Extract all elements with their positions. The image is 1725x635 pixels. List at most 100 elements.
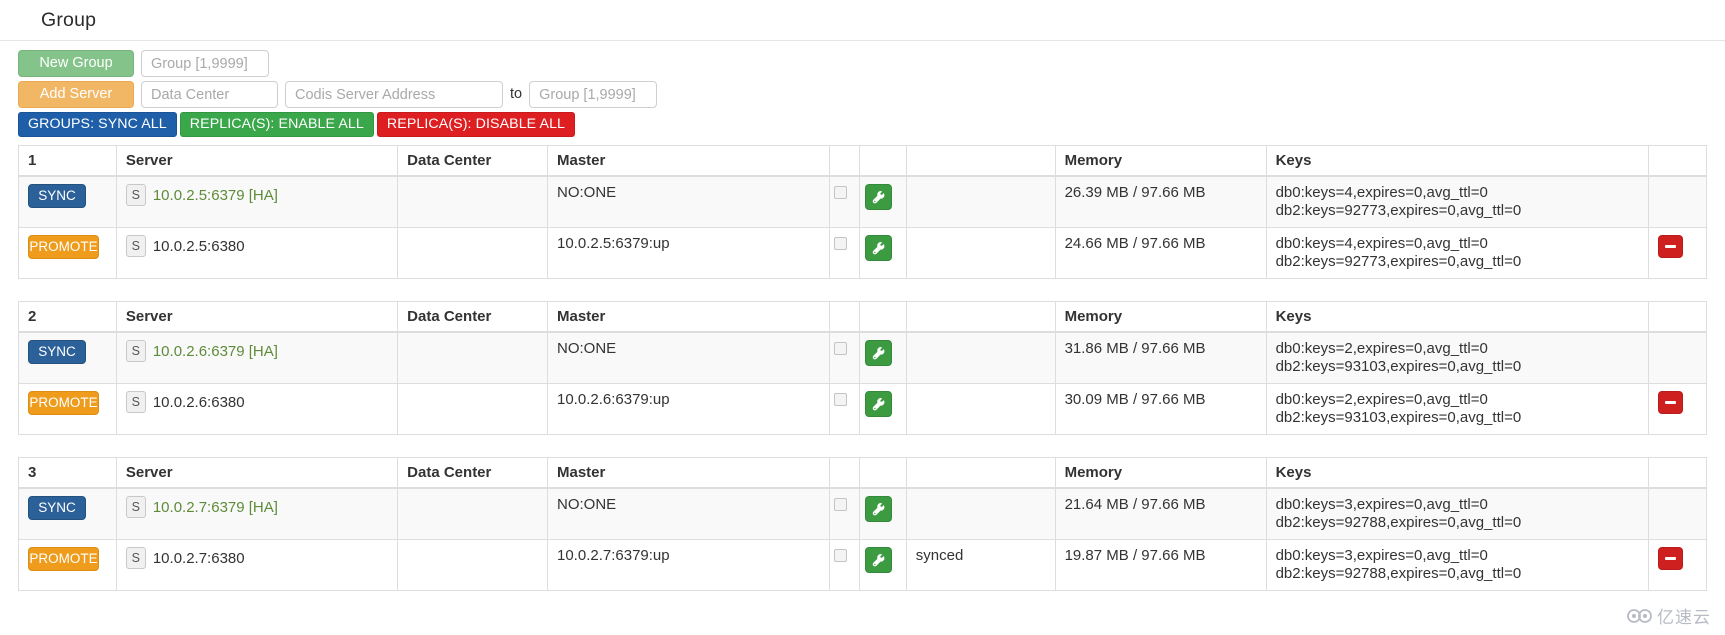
- remove-server-button[interactable]: [1657, 391, 1683, 414]
- keys-line: db0:keys=4,expires=0,avg_ttl=0: [1275, 235, 1488, 252]
- data-center-cell: [397, 227, 548, 279]
- slave-tag-icon[interactable]: S: [125, 496, 146, 518]
- bulk-actions-row: GROUPS: SYNC ALL REPLICA(S): ENABLE ALL …: [18, 112, 1725, 137]
- server-link[interactable]: 10.0.2.7:6379 [HA]: [153, 499, 278, 516]
- keys-line: db2:keys=92788,expires=0,avg_ttl=0: [1275, 514, 1522, 531]
- group-table: 1 Server Data Center Master Memory Keys SYNC S 1…: [18, 145, 1708, 279]
- row-checkbox[interactable]: [834, 342, 848, 355]
- select-cell: [829, 487, 860, 540]
- server-cell-inner: S 10.0.2.5:6379 [HA]: [125, 184, 389, 206]
- memory-cell: 21.64 MB / 97.66 MB: [1054, 487, 1267, 540]
- keys-cell: db0:keys=3,expires=0,avg_ttl=0 db2:keys=9…: [1265, 539, 1649, 591]
- promote-button[interactable]: PROMOTE: [28, 391, 99, 415]
- wrench-icon[interactable]: [864, 235, 892, 261]
- column-header-data-center: Data Center: [397, 457, 548, 489]
- group-index-header: 2: [18, 301, 117, 333]
- slave-tag-icon[interactable]: S: [125, 391, 146, 413]
- keys-cell: db0:keys=3,expires=0,avg_ttl=0 db2:keys=9…: [1265, 487, 1649, 540]
- keys-line: db2:keys=93103,expires=0,avg_ttl=0: [1275, 409, 1522, 426]
- group-tables: 1 Server Data Center Master Memory Keys SYNC S 1…: [0, 137, 1725, 591]
- slave-tag-icon[interactable]: S: [125, 184, 146, 206]
- column-header-select: [829, 457, 860, 489]
- wrench-icon[interactable]: [864, 496, 892, 522]
- group-index-header: 3: [18, 457, 117, 489]
- row-checkbox[interactable]: [834, 549, 848, 562]
- memory-cell: 24.66 MB / 97.66 MB: [1054, 227, 1267, 279]
- server-cell-inner: S 10.0.2.6:6379 [HA]: [125, 340, 389, 362]
- add-server-button[interactable]: Add Server: [18, 81, 134, 108]
- replica-state-cell: [905, 487, 1056, 540]
- row-checkbox[interactable]: [834, 498, 848, 511]
- column-header-remove: [1647, 145, 1708, 177]
- row-action-cell: PROMOTE: [18, 539, 117, 591]
- replicas-enable-all-button[interactable]: REPLICA(S): ENABLE ALL: [179, 112, 374, 137]
- row-checkbox[interactable]: [834, 186, 848, 199]
- master-cell: 10.0.2.5:6379:up: [546, 227, 831, 279]
- new-group-id-input[interactable]: [141, 50, 269, 77]
- column-header-actions: [858, 301, 907, 333]
- remove-server-button[interactable]: [1657, 235, 1683, 258]
- row-action-cell: SYNC: [18, 331, 117, 384]
- remove-cell: [1647, 383, 1708, 435]
- actions-cell: [858, 227, 907, 279]
- column-header-remove: [1647, 301, 1708, 333]
- codis-server-address-input[interactable]: [285, 81, 503, 108]
- server-cell: S 10.0.2.7:6379 [HA]: [115, 487, 399, 540]
- column-header-server: Server: [115, 145, 399, 177]
- column-header-master: Master: [546, 457, 831, 489]
- column-header-memory: Memory: [1054, 301, 1267, 333]
- keys-line: db2:keys=92773,expires=0,avg_ttl=0: [1275, 202, 1522, 219]
- add-server-row: Add Server to: [18, 81, 1725, 108]
- wrench-icon[interactable]: [864, 547, 892, 573]
- server-link[interactable]: 10.0.2.5:6379 [HA]: [153, 187, 278, 204]
- promote-button[interactable]: PROMOTE: [28, 547, 99, 571]
- wrench-icon[interactable]: [864, 340, 892, 366]
- actions-cell: [858, 175, 907, 228]
- actions-cell: [858, 331, 907, 384]
- data-center-input[interactable]: [141, 81, 278, 108]
- slave-tag-icon[interactable]: S: [125, 340, 146, 362]
- sync-button[interactable]: SYNC: [28, 496, 86, 520]
- row-checkbox[interactable]: [834, 237, 848, 250]
- server-address: 10.0.2.7:6380: [152, 549, 245, 567]
- data-center-cell: [397, 383, 548, 435]
- server-link[interactable]: 10.0.2.6:6379 [HA]: [153, 343, 278, 360]
- groups-sync-all-button[interactable]: GROUPS: SYNC ALL: [18, 112, 177, 137]
- table-row: SYNC S 10.0.2.7:6379 [HA] NO:ONE 21.64 MB / …: [18, 487, 1708, 540]
- server-cell-inner: S 10.0.2.5:6380: [125, 235, 389, 257]
- server-cell: S 10.0.2.5:6379 [HA]: [115, 175, 399, 228]
- server-cell: S 10.0.2.7:6380: [115, 539, 399, 591]
- wrench-icon[interactable]: [864, 391, 892, 417]
- column-header-state: [905, 301, 1056, 333]
- slave-tag-icon[interactable]: S: [125, 547, 146, 569]
- wrench-icon[interactable]: [864, 184, 892, 210]
- minus-icon: [1664, 557, 1676, 560]
- column-header-select: [829, 301, 860, 333]
- row-action-cell: PROMOTE: [18, 227, 117, 279]
- server-cell: S 10.0.2.5:6380: [115, 227, 399, 279]
- row-action-cell: PROMOTE: [18, 383, 117, 435]
- column-header-state: [905, 457, 1056, 489]
- memory-cell: 30.09 MB / 97.66 MB: [1054, 383, 1267, 435]
- row-action-cell: SYNC: [18, 487, 117, 540]
- memory-cell: 19.87 MB / 97.66 MB: [1054, 539, 1267, 591]
- new-group-button[interactable]: New Group: [18, 50, 134, 77]
- replica-state-cell: [905, 175, 1056, 228]
- master-cell: NO:ONE: [546, 175, 831, 228]
- replicas-disable-all-button[interactable]: REPLICA(S): DISABLE ALL: [376, 112, 576, 137]
- target-group-id-input[interactable]: [529, 81, 658, 108]
- sync-button[interactable]: SYNC: [28, 184, 86, 208]
- remove-server-button[interactable]: [1657, 547, 1683, 570]
- slave-tag-icon[interactable]: S: [125, 235, 146, 257]
- row-checkbox[interactable]: [834, 393, 848, 406]
- group-index-header: 1: [18, 145, 117, 177]
- keys-line: db0:keys=4,expires=0,avg_ttl=0: [1275, 184, 1488, 201]
- table-row: PROMOTE S 10.0.2.5:6380 10.0.2.5:6379:up 24.…: [18, 227, 1708, 279]
- table-header-row: 1 Server Data Center Master Memory Keys: [18, 145, 1708, 177]
- minus-icon: [1664, 401, 1676, 404]
- sync-button[interactable]: SYNC: [28, 340, 86, 364]
- table-row: PROMOTE S 10.0.2.6:6380 10.0.2.6:6379:up 30.…: [18, 383, 1708, 435]
- promote-button[interactable]: PROMOTE: [28, 235, 99, 259]
- column-header-state: [905, 145, 1056, 177]
- column-header-data-center: Data Center: [397, 301, 548, 333]
